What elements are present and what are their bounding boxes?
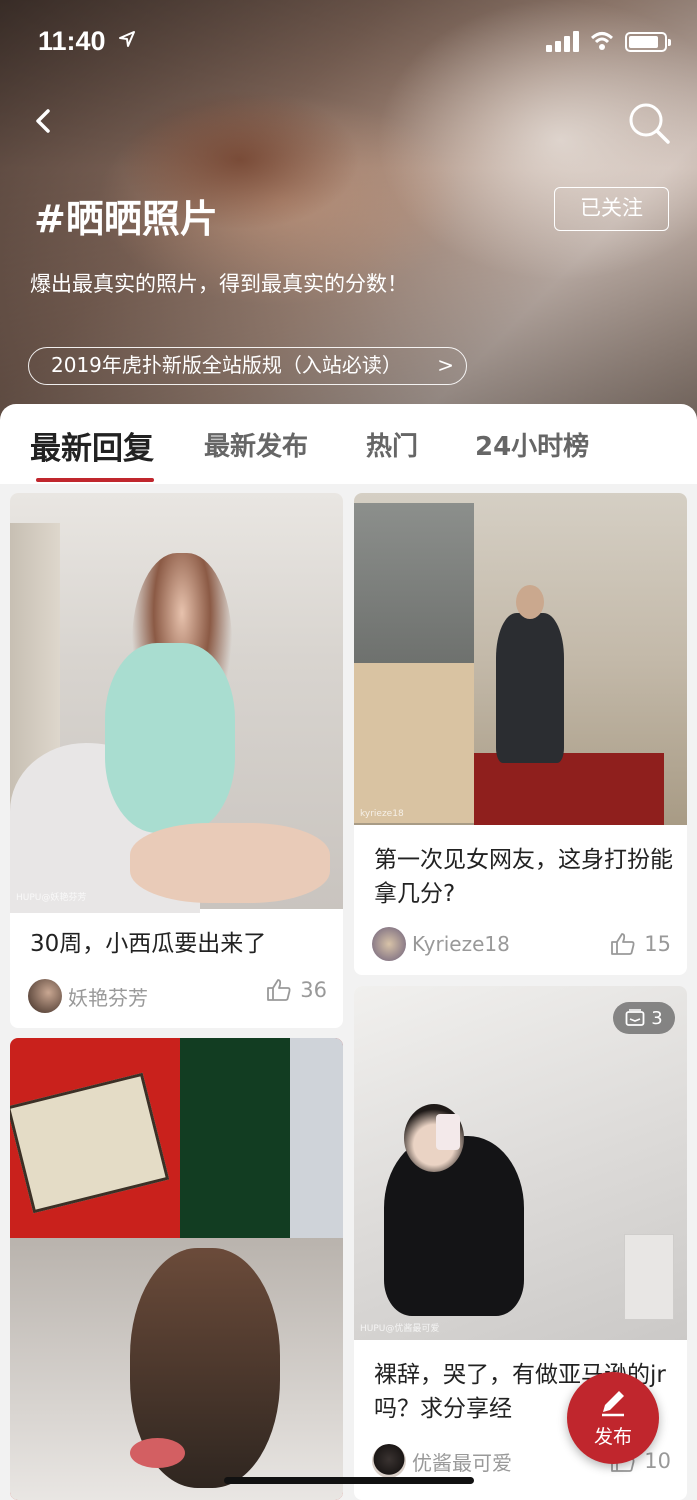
site-rules-label: 2019年虎扑新版全站版规（入站必读） (51, 353, 402, 377)
post-author[interactable]: Kyrieze18 (372, 927, 510, 961)
avatar[interactable] (372, 927, 406, 961)
avatar[interactable] (372, 1444, 406, 1478)
box-lid (290, 1038, 343, 1238)
like-count: 15 (644, 932, 671, 956)
green-box (180, 1038, 300, 1238)
post-card[interactable]: kyrieze18 第一次见女网友，这身打扮能拿几分? Kyrieze18 15 (354, 493, 687, 975)
battery-level (629, 36, 658, 48)
image-stack-icon (625, 1009, 645, 1026)
tab-24h-ranking[interactable]: 24小时榜 (475, 426, 589, 463)
like-count: 10 (644, 1449, 671, 1473)
feed-tabs: 最新回复 最新发布 热门 24小时榜 (0, 404, 697, 484)
post-title[interactable]: 第一次见女网友，这身打扮能拿几分? (374, 843, 674, 911)
like-button[interactable]: 36 (266, 973, 327, 1007)
like-count: 36 (300, 978, 327, 1002)
electric-meter-boxes (354, 503, 474, 663)
tab-latest-post[interactable]: 最新发布 (204, 426, 308, 463)
status-bar: 11:40 (0, 0, 697, 84)
battery-icon (625, 32, 671, 52)
post-card[interactable]: HUPU@妖艳芬芳 30周，小西瓜要出来了 妖艳芬芳 36 (10, 493, 343, 1028)
person-coat (496, 613, 564, 763)
phone-case (436, 1114, 460, 1150)
post-image[interactable] (10, 1038, 343, 1500)
cellular-signal-icon (546, 30, 580, 52)
post-image[interactable]: kyrieze18 (354, 493, 687, 825)
tab-hot[interactable]: 热门 (366, 426, 418, 463)
trash-bin (624, 1234, 674, 1320)
person-dress-detail (105, 643, 235, 833)
site-rules-link[interactable]: 2019年虎扑新版全站版规（入站必读） > (28, 347, 467, 385)
sneaker-tag (130, 1438, 185, 1468)
like-button[interactable]: 15 (610, 927, 671, 961)
chevron-right-icon: > (437, 353, 454, 377)
wall-panel (354, 663, 474, 823)
follow-button[interactable]: 已关注 (554, 187, 669, 231)
thumbs-up-icon (611, 933, 635, 955)
publish-button[interactable]: 发布 (567, 1372, 659, 1464)
image-count: 3 (651, 1007, 663, 1029)
post-image[interactable]: 3 HUPU@优酱最可爱 (354, 986, 687, 1340)
thumbs-up-icon (267, 979, 291, 1001)
post-image[interactable]: HUPU@妖艳芬芳 (10, 493, 343, 913)
post-card[interactable] (10, 1038, 343, 1500)
pencil-icon (602, 1391, 624, 1417)
post-author[interactable]: 优酱最可爱 (372, 1444, 512, 1478)
topic-description: 爆出最真实的照片，得到最真实的分数！ (30, 272, 408, 296)
image-watermark: kyrieze18 (360, 809, 404, 819)
post-author[interactable]: 妖艳芬芳 (28, 979, 148, 1013)
active-tab-indicator (36, 478, 154, 482)
image-watermark: HUPU@妖艳芬芳 (16, 893, 87, 903)
avatar[interactable] (28, 979, 62, 1013)
author-name[interactable]: 妖艳芬芳 (68, 982, 148, 1011)
image-watermark: HUPU@优酱最可爱 (360, 1324, 440, 1334)
home-indicator[interactable] (224, 1477, 474, 1484)
red-carpet (474, 753, 664, 825)
topic-title: #晒晒照片 (34, 197, 218, 241)
location-arrow-icon (119, 31, 135, 47)
author-name[interactable]: Kyrieze18 (412, 932, 510, 956)
author-name[interactable]: 优酱最可爱 (412, 1447, 512, 1476)
search-icon[interactable] (626, 100, 672, 146)
publish-label: 发布 (593, 1426, 632, 1448)
topic-header: 11:40 #晒晒照片 已关注 爆出最真实的照片，得到最真实的分数！ 2019年… (0, 0, 697, 420)
status-time: 11:40 (38, 26, 106, 56)
person-legs-detail (130, 823, 330, 903)
certificate-card (10, 1072, 170, 1214)
back-arrow-icon[interactable] (28, 104, 62, 138)
post-title[interactable]: 30周，小西瓜要出来了 (30, 927, 266, 961)
image-count-badge: 3 (613, 1002, 675, 1034)
tab-latest-reply[interactable]: 最新回复 (30, 423, 154, 468)
person-head (516, 585, 544, 619)
wifi-icon (590, 32, 614, 50)
